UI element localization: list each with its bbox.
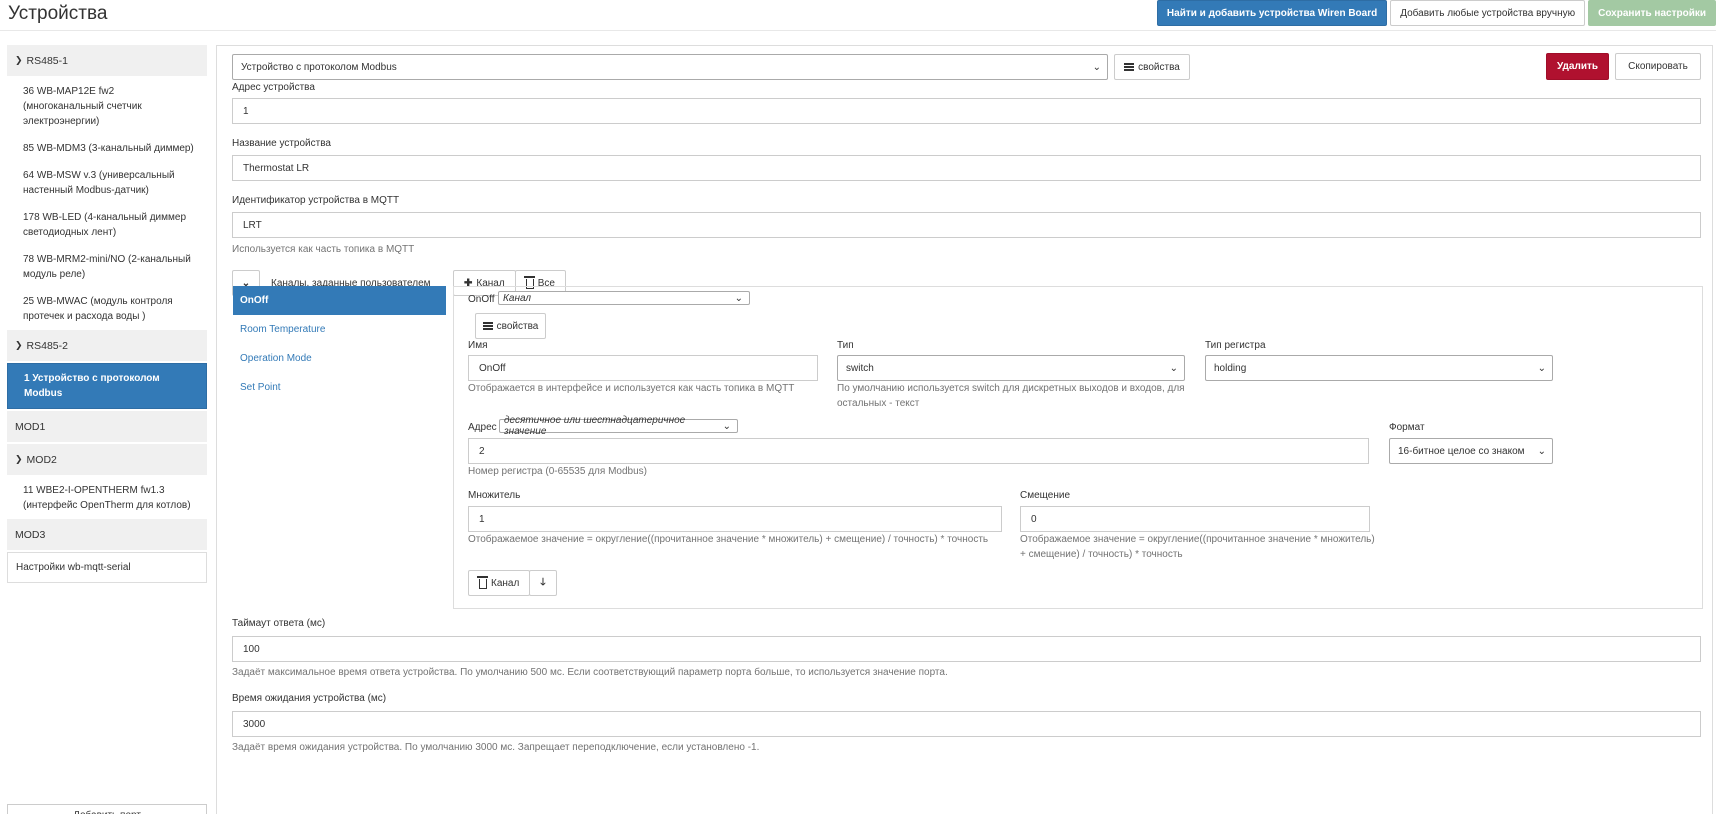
channel-name-label: Имя bbox=[468, 340, 488, 351]
format-label: Формат bbox=[1389, 422, 1425, 433]
sidebar-group-label: MOD1 bbox=[15, 420, 46, 433]
channel-type-label: Тип bbox=[837, 340, 854, 351]
channels-list: OnOff Room Temperature Operation Mode Se… bbox=[233, 286, 446, 402]
trash-icon bbox=[477, 576, 488, 589]
move-channel-down-button[interactable]: 🡓 bbox=[529, 570, 557, 596]
chevron-down-icon: ⌄ bbox=[1537, 362, 1546, 374]
sidebar-group-mod2[interactable]: ❯ MOD2 bbox=[7, 444, 207, 475]
sidebar-device-item[interactable]: 36 WB-MAP12E fw2 (многоканальный счетчик… bbox=[7, 78, 207, 135]
list-icon bbox=[482, 322, 493, 330]
device-properties-button[interactable]: свойства bbox=[1114, 54, 1190, 80]
channel-item-onoff[interactable]: OnOff bbox=[233, 286, 446, 315]
response-timeout-input[interactable]: 100 bbox=[232, 636, 1701, 662]
chevron-down-icon: ❯ bbox=[15, 340, 23, 350]
chevron-down-icon: ❯ bbox=[15, 454, 23, 464]
chevron-down-icon: ⌄ bbox=[1169, 362, 1178, 374]
offset-help: Отображаемое значение = округление((проч… bbox=[1020, 534, 1375, 560]
device-panel: Устройство с протоколом Modbus ⌄ свойств… bbox=[216, 45, 1713, 814]
mqtt-id-help: Используется как часть топика в MQTT bbox=[232, 244, 415, 255]
header-divider bbox=[0, 30, 1716, 31]
register-type-select[interactable]: holding ⌄ bbox=[1205, 355, 1553, 381]
sidebar-device-item[interactable]: 178 WB-LED (4-канальный диммер светодиод… bbox=[7, 204, 207, 246]
sidebar-group-rs485-2[interactable]: ❯ RS485-2 bbox=[7, 330, 207, 361]
sidebar-group-label: RS485-2 bbox=[26, 339, 68, 352]
channel-item-set-point[interactable]: Set Point bbox=[233, 373, 446, 402]
channel-item-room-temperature[interactable]: Room Temperature bbox=[233, 315, 446, 344]
chevron-down-icon: ❯ bbox=[15, 55, 23, 65]
scale-label: Множитель bbox=[468, 490, 521, 501]
device-type-select[interactable]: Устройство с протоколом Modbus ⌄ bbox=[232, 54, 1108, 80]
format-select[interactable]: 16-битное целое со знаком ⌄ bbox=[1389, 438, 1553, 464]
delete-device-button[interactable]: Удалить bbox=[1546, 53, 1609, 80]
page-title: Устройства bbox=[8, 3, 108, 24]
device-address-label: Адрес устройства bbox=[232, 82, 315, 93]
toolbar: Найти и добавить устройства Wiren Board … bbox=[1154, 0, 1716, 26]
mqtt-id-label: Идентификатор устройства в MQTT bbox=[232, 195, 400, 206]
channel-type-select[interactable]: switch ⌄ bbox=[837, 355, 1185, 381]
channel-kind-value: Канал bbox=[503, 292, 532, 304]
register-type-label: Тип регистра bbox=[1205, 340, 1266, 351]
channel-title: OnOff bbox=[468, 294, 495, 305]
channel-type-help: По умолчанию используется switch для дис… bbox=[837, 383, 1185, 409]
channel-name-input[interactable]: OnOff bbox=[468, 355, 818, 381]
chevron-down-icon: ⌄ bbox=[722, 420, 731, 432]
offset-input[interactable]: 0 bbox=[1020, 506, 1370, 532]
list-icon bbox=[1124, 63, 1135, 71]
sidebar-device-item[interactable]: 85 WB-MDM3 (3-канальный диммер) bbox=[7, 135, 207, 162]
channel-address-label: Адрес bbox=[468, 422, 497, 433]
channel-kind-select[interactable]: Канал ⌄ bbox=[498, 291, 750, 305]
scale-help: Отображаемое значение = округление((проч… bbox=[468, 534, 989, 545]
button-label: свойства bbox=[1138, 61, 1180, 73]
sidebar-group-mod3[interactable]: MOD3 bbox=[7, 519, 207, 550]
chevron-down-icon: ⌄ bbox=[1092, 61, 1101, 73]
sidebar-settings-item[interactable]: Настройки wb-mqtt-serial bbox=[7, 552, 207, 583]
sidebar-group-label: MOD3 bbox=[15, 528, 46, 541]
sidebar-device-item[interactable]: 64 WB-MSW v.3 (универсальный настенный M… bbox=[7, 162, 207, 204]
chevron-down-icon: ⌄ bbox=[734, 292, 743, 304]
channel-detail-panel: OnOff Канал ⌄ свойства Имя OnOff Отображ… bbox=[453, 286, 1703, 609]
sidebar-device-item[interactable]: 11 WBE2-I-OPENTHERM fw1.3 (интерфейс Ope… bbox=[7, 477, 207, 519]
add-manual-devices-button[interactable]: Добавить любые устройства вручную bbox=[1390, 0, 1586, 26]
channel-address-help: Номер регистра (0-65535 для Modbus) bbox=[468, 466, 647, 477]
mqtt-id-input[interactable]: LRT bbox=[232, 212, 1701, 238]
scale-input[interactable]: 1 bbox=[468, 506, 1002, 532]
device-address-input[interactable]: 1 bbox=[232, 98, 1701, 124]
channel-address-input[interactable]: 2 bbox=[468, 438, 1369, 464]
sidebar-group-mod1[interactable]: MOD1 bbox=[7, 411, 207, 442]
button-label: свойства bbox=[496, 320, 539, 332]
sidebar-device-item[interactable]: 78 WB-MRM2-mini/NO (2-канальный модуль р… bbox=[7, 246, 207, 288]
channel-properties-button[interactable]: свойства bbox=[475, 313, 546, 339]
chevron-down-icon: ⌄ bbox=[1537, 445, 1546, 457]
device-timeout-input[interactable]: 3000 bbox=[232, 711, 1701, 737]
channel-type-value: switch bbox=[846, 362, 874, 374]
channel-item-operation-mode[interactable]: Operation Mode bbox=[233, 344, 446, 373]
sidebar-device-item-active[interactable]: 1 Устройство с протоколом Modbus bbox=[7, 363, 207, 409]
add-port-button[interactable]: Добавить порт bbox=[7, 804, 207, 814]
offset-label: Смещение bbox=[1020, 490, 1071, 501]
sidebar: ❯ RS485-1 36 WB-MAP12E fw2 (многоканальны… bbox=[7, 45, 207, 583]
channel-actions: Канал 🡓 bbox=[468, 570, 557, 596]
sidebar-device-item[interactable]: 25 WB-MWAC (модуль контроля протечек и р… bbox=[7, 288, 207, 330]
register-type-value: holding bbox=[1214, 362, 1247, 374]
device-timeout-label: Время ожидания устройства (мс) bbox=[232, 693, 387, 704]
copy-device-button[interactable]: Скопировать bbox=[1615, 53, 1701, 80]
device-name-label: Название устройства bbox=[232, 138, 331, 149]
address-mode-value: десятичное или шестнадцатеричное значени… bbox=[504, 415, 686, 437]
device-timeout-help: Задаёт время ожидания устройства. По умо… bbox=[232, 742, 760, 753]
response-timeout-label: Таймаут ответа (мс) bbox=[232, 618, 326, 629]
channel-name-help: Отображается в интерфейсе и используется… bbox=[468, 383, 795, 394]
sidebar-group-label: MOD2 bbox=[26, 453, 57, 466]
sidebar-group-label: RS485-1 bbox=[26, 54, 68, 67]
sidebar-group-rs485-1[interactable]: ❯ RS485-1 bbox=[7, 45, 207, 76]
delete-channel-button[interactable]: Канал bbox=[468, 570, 531, 596]
device-name-input[interactable]: Thermostat LR bbox=[232, 155, 1701, 181]
arrow-down-icon: 🡓 bbox=[540, 576, 546, 588]
device-type-value: Устройство с протоколом Modbus bbox=[241, 61, 397, 73]
find-add-devices-button[interactable]: Найти и добавить устройства Wiren Board bbox=[1156, 0, 1388, 26]
button-label: Канал bbox=[491, 577, 520, 589]
address-mode-select[interactable]: десятичное или шестнадцатеричное значени… bbox=[499, 415, 738, 437]
save-settings-button[interactable]: Сохранить настройки bbox=[1588, 0, 1716, 26]
format-value: 16-битное целое со знаком bbox=[1398, 445, 1525, 457]
response-timeout-help: Задаёт максимальное время ответа устройс… bbox=[232, 667, 948, 678]
